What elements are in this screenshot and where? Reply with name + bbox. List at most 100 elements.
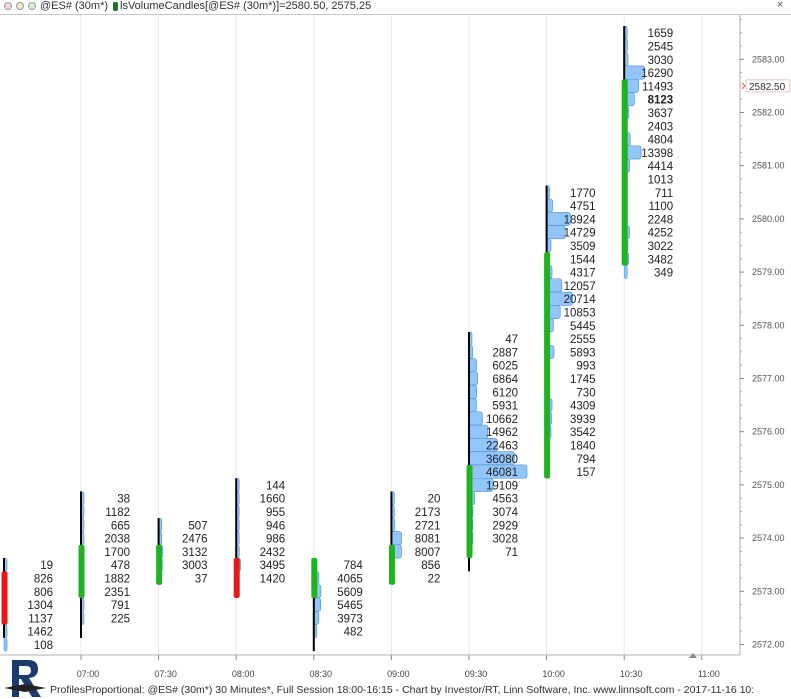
volume-label: 5931 — [492, 401, 518, 413]
chart-footer: ProfilesProportional: @ES# (30m*) 30 Min… — [50, 684, 755, 696]
volume-label: 1420 — [260, 574, 286, 586]
volume-label: 3028 — [492, 534, 518, 546]
volume-label: 13398 — [641, 148, 673, 160]
volume-label: 791 — [111, 600, 130, 612]
price-marker-arrow-icon — [741, 82, 746, 90]
volume-label: 3030 — [648, 55, 674, 67]
volume-label: 157 — [576, 467, 595, 479]
volume-label: 3074 — [492, 507, 518, 519]
volume-label: 784 — [344, 560, 364, 572]
volume-label: 22 — [428, 574, 441, 586]
y-tick-label: 2574.00 — [752, 533, 785, 543]
volume-label: 3022 — [648, 241, 674, 253]
volume-profile-row — [546, 225, 566, 240]
volume-label: 856 — [421, 560, 440, 572]
y-tick-label: 2582.00 — [752, 108, 785, 118]
volume-label: 6025 — [492, 361, 518, 373]
volume-profile-row — [3, 637, 8, 652]
volume-label: 806 — [34, 587, 53, 599]
x-tick-label: 08:30 — [310, 669, 333, 679]
y-tick-label: 2579.00 — [752, 267, 785, 277]
x-tick-label: 09:30 — [465, 669, 488, 679]
volume-profile-row — [391, 531, 402, 546]
volume-label: 4252 — [648, 228, 674, 240]
volume-label: 2545 — [648, 42, 674, 54]
y-tick-label: 2572.00 — [752, 640, 785, 650]
volume-label: 6120 — [492, 387, 518, 399]
volume-label: 794 — [576, 454, 596, 466]
volume-label: 2248 — [648, 214, 674, 226]
volume-label: 4309 — [570, 401, 596, 413]
volume-label: 22463 — [486, 441, 518, 453]
volume-label: 14962 — [486, 427, 518, 439]
volume-label: 2929 — [492, 520, 518, 532]
volume-label: 4751 — [570, 201, 596, 213]
y-tick-label: 2576.00 — [752, 427, 785, 437]
volume-label: 2432 — [260, 547, 286, 559]
volume-label: 8007 — [415, 547, 441, 559]
y-tick-label: 2573.00 — [752, 586, 785, 596]
volume-label: 5893 — [570, 347, 596, 359]
price-marker-label: 2582.50 — [749, 82, 786, 93]
x-tick-label: 07:30 — [154, 669, 177, 679]
volume-label: 986 — [266, 534, 285, 546]
volume-label: 1840 — [570, 441, 596, 453]
volume-label: 2351 — [104, 587, 130, 599]
volume-label: 5465 — [337, 600, 363, 612]
volume-label: 826 — [34, 574, 53, 586]
volume-label: 19 — [40, 560, 53, 572]
investor-rt-logo — [4, 660, 46, 697]
volume-label: 2173 — [415, 507, 441, 519]
volume-label: 3003 — [182, 560, 208, 572]
volume-profile-row — [468, 398, 477, 413]
y-tick-label: 2583.00 — [752, 54, 785, 64]
volume-label: 711 — [655, 188, 673, 200]
volume-label: 955 — [266, 507, 285, 519]
volume-label: 1137 — [28, 613, 53, 625]
candle-body-down — [233, 558, 240, 598]
volume-label: 5609 — [337, 587, 363, 599]
volume-label: 3509 — [570, 241, 596, 253]
volume-label: 46081 — [486, 467, 518, 479]
volume-label: 507 — [188, 520, 207, 532]
y-tick-label: 2575.00 — [752, 480, 785, 490]
volume-label: 478 — [111, 560, 130, 572]
volume-label: 8081 — [415, 534, 441, 546]
volume-profile-row — [313, 597, 321, 612]
y-tick-label: 2578.00 — [752, 320, 785, 330]
y-tick-label: 2577.00 — [752, 374, 785, 384]
y-tick-label: 2581.00 — [752, 161, 785, 171]
volume-label: 3132 — [182, 547, 208, 559]
volume-label: 1013 — [648, 175, 674, 187]
volume-label: 71 — [505, 547, 518, 559]
volume-label: 225 — [111, 613, 130, 625]
volume-label: 4317 — [570, 268, 596, 280]
volume-label: 3939 — [570, 414, 596, 426]
volume-label: 2038 — [104, 534, 130, 546]
x-tick-label: 11:00 — [698, 669, 720, 679]
volume-label: 349 — [654, 268, 673, 280]
candle-body-up — [621, 79, 628, 266]
candle-body-down — [1, 571, 8, 625]
x-tick-label: 10:00 — [542, 669, 565, 679]
volume-profile-row — [468, 424, 489, 439]
volume-profile-row — [468, 384, 478, 399]
volume-profile-chart[interactable]: 2572.00 2573.00 2574.00 2575.00 2576.00 2577.… — [0, 0, 791, 699]
candle-body-up — [544, 252, 551, 479]
volume-label: 1659 — [648, 28, 674, 40]
volume-label: 730 — [576, 387, 595, 399]
volume-label: 3482 — [648, 254, 674, 266]
volume-label: 1700 — [104, 547, 130, 559]
volume-label: 2555 — [570, 334, 596, 346]
volume-profile-row — [623, 265, 628, 280]
volume-label: 1100 — [648, 201, 673, 213]
volume-label: 2887 — [492, 347, 518, 359]
volume-label: 946 — [266, 520, 285, 532]
volume-label: 6864 — [492, 374, 518, 386]
volume-label: 4414 — [648, 161, 674, 173]
x-tick-label: 07:00 — [77, 669, 100, 679]
candle-body-up — [156, 544, 163, 585]
volume-label: 12057 — [564, 281, 596, 293]
volume-label: 1882 — [104, 574, 130, 586]
volume-label: 38 — [117, 494, 130, 506]
